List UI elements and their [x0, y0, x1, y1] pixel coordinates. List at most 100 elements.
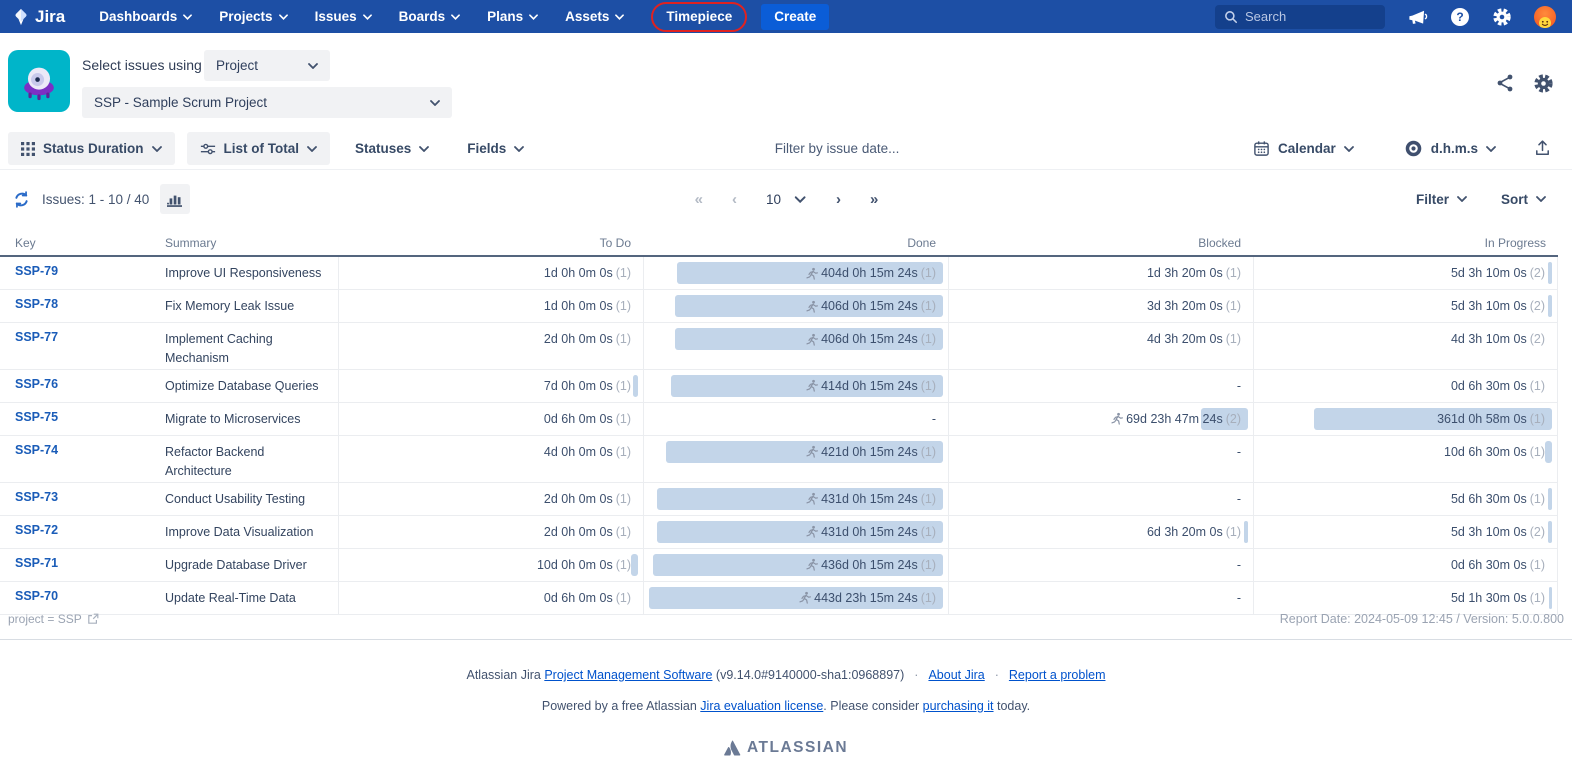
- external-link-icon[interactable]: [87, 613, 99, 625]
- search-input[interactable]: [1245, 9, 1365, 24]
- nav-item-dashboards[interactable]: Dashboards: [99, 9, 192, 24]
- duration-value: 2d 0h 0m 0s(1): [544, 525, 631, 539]
- summary-cell: Migrate to Microservices: [165, 403, 338, 435]
- issue-key-link[interactable]: SSP-74: [15, 443, 58, 457]
- duration-cell: -: [948, 549, 1253, 581]
- footer-link[interactable]: Report a problem: [1009, 668, 1106, 682]
- duration-cell: 2d 0h 0m 0s(1): [338, 483, 643, 515]
- issue-key-link[interactable]: SSP-72: [15, 523, 58, 537]
- issue-key-link[interactable]: SSP-71: [15, 556, 58, 570]
- chevron-down-icon: [152, 146, 162, 152]
- issue-key-link[interactable]: SSP-79: [15, 264, 58, 278]
- chevron-down-icon: [363, 14, 372, 20]
- duration-cell: 7d 0h 0m 0s(1): [338, 370, 643, 402]
- footer-separator: ·: [914, 668, 918, 682]
- issue-key-link[interactable]: SSP-73: [15, 490, 58, 504]
- col-header-summary: Summary: [165, 230, 338, 255]
- export-icon[interactable]: [1533, 139, 1552, 158]
- summary-cell: Conduct Usability Testing: [165, 483, 338, 515]
- report-type-button[interactable]: Status Duration: [8, 132, 175, 165]
- date-filter-input[interactable]: Filter by issue date...: [775, 141, 900, 156]
- sort-button[interactable]: Sort: [1501, 183, 1546, 216]
- issue-key-link[interactable]: SSP-75: [15, 410, 58, 424]
- duration-cell: 6d 3h 20m 0s(1): [948, 516, 1253, 548]
- list-mode-button[interactable]: List of Total: [187, 132, 331, 165]
- filter-button[interactable]: Filter: [1416, 183, 1467, 216]
- chart-icon: [167, 192, 183, 207]
- duration-cell: 414d 0h 15m 24s(1): [643, 370, 948, 402]
- refresh-icon[interactable]: [12, 190, 31, 209]
- summary-cell: Refactor Backend Architecture: [165, 436, 338, 482]
- report-toolbar: Status Duration List of Total Statuses F…: [0, 128, 1572, 170]
- duration-cell: 5d 3h 10m 0s(2): [1253, 516, 1558, 548]
- duration-value: -: [932, 412, 936, 426]
- nav-item-timepiece[interactable]: Timepiece: [666, 9, 732, 24]
- nav-item-boards[interactable]: Boards: [399, 9, 461, 24]
- first-page-button[interactable]: «: [695, 191, 702, 208]
- page-size-select[interactable]: 10: [766, 192, 806, 207]
- key-cell: SSP-79: [0, 257, 165, 289]
- duration-cell: 431d 0h 15m 24s(1): [643, 516, 948, 548]
- share-icon[interactable]: [1495, 73, 1515, 94]
- svg-text:?: ?: [1456, 10, 1463, 24]
- statuses-button[interactable]: Statuses: [342, 132, 442, 165]
- fields-button[interactable]: Fields: [454, 132, 537, 165]
- issue-count: (1): [921, 332, 936, 346]
- user-avatar[interactable]: [1534, 6, 1556, 28]
- time-format-button[interactable]: d.h.m.s: [1391, 132, 1509, 165]
- duration-cell: 69d 23h 47m 24s(2): [948, 403, 1253, 435]
- last-page-button[interactable]: »: [870, 191, 877, 208]
- create-button[interactable]: Create: [761, 4, 829, 30]
- duration-value: -: [1237, 445, 1241, 459]
- table-header: Key Summary To Do Done Blocked In Progre…: [0, 230, 1558, 257]
- calendar-button[interactable]: Calendar: [1240, 132, 1367, 165]
- footer-link[interactable]: About Jira: [928, 668, 984, 682]
- duration-cell: 1d 0h 0m 0s(1): [338, 290, 643, 322]
- brand-text: Jira: [35, 7, 65, 27]
- issue-source-select[interactable]: Project: [204, 50, 330, 81]
- chart-view-button[interactable]: [160, 184, 190, 214]
- duration-bar: [633, 375, 638, 397]
- gear-icon[interactable]: [1492, 7, 1512, 27]
- prev-page-button[interactable]: ‹: [732, 191, 736, 208]
- duration-value: -: [1237, 379, 1241, 393]
- col-header-key: Key: [0, 230, 165, 255]
- issue-key-link[interactable]: SSP-77: [15, 330, 58, 344]
- jira-logo[interactable]: Jira: [12, 7, 65, 27]
- nav-item-plans[interactable]: Plans: [487, 9, 538, 24]
- jira-footer: Atlassian Jira Project Management Softwa…: [0, 640, 1572, 757]
- issue-key-link[interactable]: SSP-78: [15, 297, 58, 311]
- atlassian-logo: ATLASSIAN: [0, 739, 1572, 757]
- duration-bar: [1545, 441, 1552, 463]
- table-body: SSP-79Improve UI Responsiveness1d 0h 0m …: [0, 257, 1558, 615]
- settings-gear-icon[interactable]: [1533, 73, 1554, 94]
- duration-cell: 5d 3h 10m 0s(2): [1253, 257, 1558, 289]
- nav-search[interactable]: [1215, 5, 1385, 29]
- help-icon[interactable]: ?: [1450, 7, 1470, 27]
- jira-logo-icon: [12, 8, 30, 26]
- project-select[interactable]: SSP - Sample Scrum Project: [82, 87, 452, 118]
- issue-count: (1): [616, 492, 631, 506]
- duration-value: 1d 0h 0m 0s(1): [544, 266, 631, 280]
- nav-item-assets[interactable]: Assets: [565, 9, 624, 24]
- issue-count: (1): [616, 332, 631, 346]
- footer-link[interactable]: Jira evaluation license: [700, 699, 823, 713]
- footer-link[interactable]: purchasing it: [923, 699, 994, 713]
- issue-count: (1): [616, 525, 631, 539]
- issue-key-link[interactable]: SSP-76: [15, 377, 58, 391]
- chevron-down-icon: [1457, 196, 1467, 202]
- issue-count: (1): [1530, 558, 1545, 572]
- duration-value: 436d 0h 15m 24s(1): [805, 558, 936, 572]
- issue-count: (2): [1530, 332, 1545, 346]
- issue-count: (1): [616, 299, 631, 313]
- nav-item-issues[interactable]: Issues: [315, 9, 372, 24]
- nav-item-projects[interactable]: Projects: [219, 9, 287, 24]
- duration-bar: [631, 554, 638, 576]
- duration-value: 0d 6h 0m 0s(1): [544, 412, 631, 426]
- duration-cell: 1d 0h 0m 0s(1): [338, 257, 643, 289]
- megaphone-icon[interactable]: [1407, 8, 1428, 26]
- footer-link[interactable]: Project Management Software: [544, 668, 712, 682]
- next-page-button[interactable]: ›: [836, 191, 840, 208]
- duration-value: 4d 3h 20m 0s(1): [1147, 332, 1241, 346]
- key-cell: SSP-73: [0, 483, 165, 515]
